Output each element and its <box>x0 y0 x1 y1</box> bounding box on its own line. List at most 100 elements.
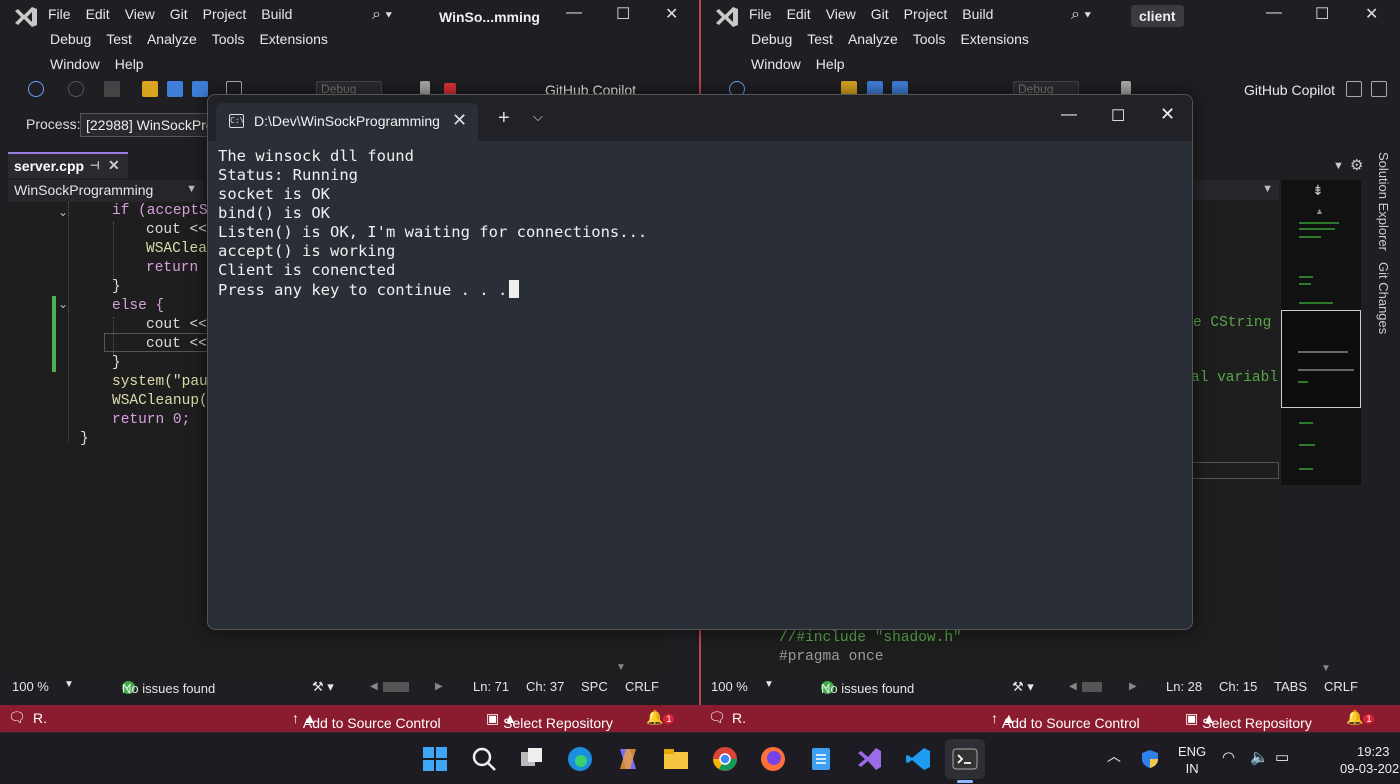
notepad-icon[interactable] <box>807 745 835 773</box>
minimap-lower[interactable] <box>1281 410 1361 485</box>
menu-build[interactable]: Build <box>261 2 292 27</box>
file-explorer-icon[interactable] <box>662 745 690 773</box>
menu-build[interactable]: Build <box>962 2 993 27</box>
chevron-down-icon[interactable]: ▼ <box>1333 160 1344 172</box>
menu-edit[interactable]: Edit <box>86 2 110 27</box>
scope-dropdown[interactable]: WinSockProgramming ▼ <box>8 180 203 202</box>
windows-start-icon[interactable] <box>421 745 449 773</box>
repo-short[interactable]: R. <box>33 710 47 726</box>
terminal-icon[interactable] <box>951 745 979 773</box>
horizontal-scrollbar[interactable] <box>1082 682 1102 692</box>
open-folder-icon[interactable] <box>142 81 158 97</box>
menu-tools[interactable]: Tools <box>212 27 245 52</box>
tab-close-icon[interactable]: ✕ <box>452 110 467 131</box>
menu-tools[interactable]: Tools <box>913 27 946 52</box>
scroll-right-icon[interactable]: ▶ <box>435 681 443 692</box>
close-icon[interactable]: ✕ <box>1365 4 1378 24</box>
menu-debug[interactable]: Debug <box>751 27 792 52</box>
chevron-down-icon[interactable]: ⌵ <box>533 109 543 125</box>
menu-extensions[interactable]: Extensions <box>259 27 327 52</box>
solution-explorer-tab[interactable]: Solution Explorer <box>1376 152 1391 251</box>
minimize-icon[interactable]: — <box>1061 106 1077 124</box>
shield-icon[interactable] <box>1140 749 1160 769</box>
chevron-up-icon[interactable]: ︿ <box>1107 748 1121 765</box>
menu-window[interactable]: Window <box>50 52 100 77</box>
menu-analyze[interactable]: Analyze <box>848 27 898 52</box>
minimap-viewport[interactable] <box>1281 310 1361 408</box>
battery-icon[interactable]: ▭ <box>1275 749 1289 766</box>
scroll-down-icon[interactable]: ▼ <box>1321 663 1331 674</box>
menu-help[interactable]: Help <box>115 52 144 77</box>
zoom-level[interactable]: 100 % <box>711 679 748 694</box>
menu-git[interactable]: Git <box>871 2 889 27</box>
scroll-left-icon[interactable]: ◀ <box>370 681 378 692</box>
pin-icon[interactable]: ⊣ <box>90 159 100 172</box>
scroll-up-icon[interactable]: ▲ <box>1315 206 1324 216</box>
visual-studio-icon[interactable] <box>855 745 883 773</box>
scroll-left-icon[interactable]: ◀ <box>1069 681 1077 692</box>
bell-icon[interactable]: 🔔 1 <box>1346 709 1375 726</box>
menu-view[interactable]: View <box>125 2 155 27</box>
firefox-icon[interactable] <box>759 745 787 773</box>
git-changes-tab[interactable]: Git Changes <box>1376 262 1391 334</box>
select-repository-button[interactable]: ▣ Select Repository ▲ <box>1185 710 1312 731</box>
language-indicator[interactable]: ENG IN <box>1178 743 1206 777</box>
notification-icon[interactable]: 🗨 <box>8 709 26 726</box>
menu-debug[interactable]: Debug <box>50 27 91 52</box>
notification-icon[interactable]: 🗨 <box>708 709 726 726</box>
terminal-window[interactable]: C:\ D:\Dev\WinSockProgramming ✕ + ⌵ — ☐ … <box>207 94 1193 630</box>
maximize-icon[interactable]: ☐ <box>616 4 630 24</box>
whitespace-mode[interactable]: TABS <box>1274 679 1307 694</box>
scroll-right-icon[interactable]: ▶ <box>1129 681 1137 692</box>
split-icon[interactable]: ⇟ <box>1312 182 1324 199</box>
task-view-icon[interactable] <box>518 745 546 773</box>
menu-edit[interactable]: Edit <box>787 2 811 27</box>
menu-analyze[interactable]: Analyze <box>147 27 197 52</box>
maximize-icon[interactable]: ☐ <box>1315 4 1329 24</box>
search-icon[interactable]: ⌕ ▾ <box>1071 6 1091 24</box>
save-all-icon[interactable] <box>192 81 208 97</box>
add-to-source-control-button[interactable]: ↑ Add to Source Control ▲ <box>991 710 1140 731</box>
menu-extensions[interactable]: Extensions <box>960 27 1028 52</box>
menu-test[interactable]: Test <box>807 27 833 52</box>
save-icon[interactable] <box>167 81 183 97</box>
add-to-source-control-button[interactable]: ↑ Add to Source Control ▲ <box>292 710 441 731</box>
menu-help[interactable]: Help <box>816 52 845 77</box>
search-icon[interactable] <box>470 745 498 773</box>
fold-icon[interactable]: ⌄ <box>58 297 68 311</box>
line-ending[interactable]: CRLF <box>625 679 659 694</box>
new-item-icon[interactable] <box>104 81 120 97</box>
menu-file[interactable]: File <box>48 2 71 27</box>
zoom-level[interactable]: 100 % <box>12 679 49 694</box>
process-dropdown[interactable]: [22988] WinSockProg <box>80 113 220 137</box>
feedback-icon[interactable] <box>1371 81 1387 97</box>
new-tab-icon[interactable]: + <box>498 107 510 130</box>
whitespace-mode[interactable]: SPC <box>581 679 608 694</box>
scroll-down-icon[interactable]: ▼ <box>616 662 626 673</box>
wifi-icon[interactable]: ◠ <box>1222 749 1235 766</box>
close-icon[interactable]: ✕ <box>665 4 678 24</box>
menu-project[interactable]: Project <box>203 2 247 27</box>
minimize-icon[interactable]: — <box>1266 4 1282 22</box>
github-copilot-button[interactable]: GitHub Copilot <box>1244 82 1335 98</box>
maximize-icon[interactable]: ☐ <box>1111 106 1125 126</box>
minimize-icon[interactable]: — <box>566 4 582 22</box>
terminal-tab[interactable]: C:\ D:\Dev\WinSockProgramming ✕ <box>216 103 478 141</box>
edge-icon[interactable] <box>566 745 594 773</box>
repo-short[interactable]: R. <box>732 710 746 726</box>
chevron-down-icon[interactable]: ▼ <box>764 679 774 690</box>
line-ending[interactable]: CRLF <box>1324 679 1358 694</box>
clock[interactable]: 19:23 09-03-2025 <box>1340 743 1400 777</box>
terminal-output[interactable]: The winsock dll found Status: Running so… <box>218 147 647 299</box>
menu-git[interactable]: Git <box>170 2 188 27</box>
fold-icon[interactable]: ⌄ <box>58 205 68 219</box>
speaker-icon[interactable]: 🔈 <box>1250 749 1269 766</box>
tab-server-cpp[interactable]: server.cpp ⊣ ✕ <box>8 152 128 178</box>
tab-close-icon[interactable]: ✕ <box>108 157 120 174</box>
copilot-icon[interactable] <box>614 745 642 773</box>
brush-icon[interactable]: ⚒ ▾ <box>312 679 334 695</box>
menu-view[interactable]: View <box>826 2 856 27</box>
search-icon[interactable]: ⌕ ▾ <box>372 6 392 24</box>
menu-test[interactable]: Test <box>106 27 132 52</box>
forward-icon[interactable] <box>68 81 84 97</box>
